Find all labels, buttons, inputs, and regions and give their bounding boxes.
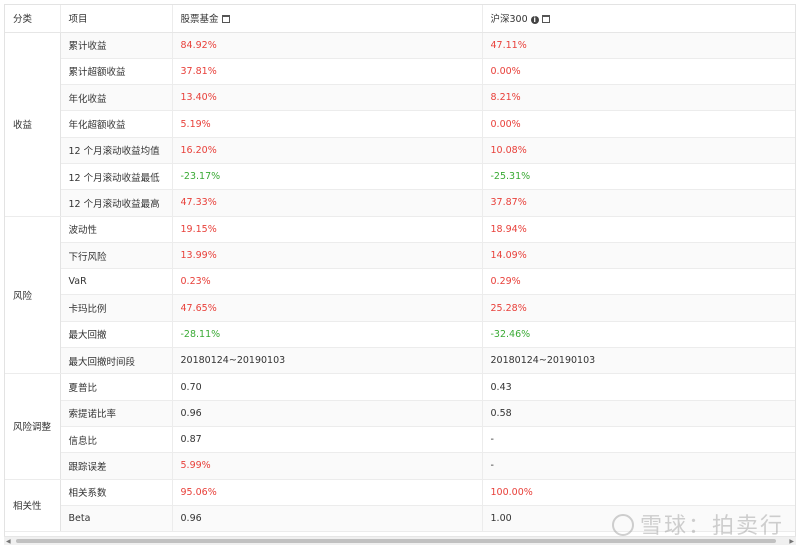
header-fund-label: 股票基金 (180, 14, 219, 26)
item-cell: 12 个月滚动收益均值 (60, 137, 173, 164)
scroll-right-arrow-icon[interactable]: ▶ (789, 538, 794, 545)
snowball-logo-icon (612, 514, 634, 536)
item-cell: 12 个月滚动收益最低 (60, 163, 173, 191)
fund-value-cell: 5.19% (172, 110, 483, 138)
fund-value-cell: 0.96 (172, 400, 483, 427)
table-row: 最大回撤时间段 20180124~20190103 20180124~2019010… (5, 347, 795, 375)
table-row: 12 个月滚动收益最低 -23.17% -25.31% (5, 163, 795, 191)
table-row: VaR 0.23% 0.29% (5, 268, 795, 296)
item-cell: 最大回撤 (60, 321, 173, 349)
item-cell: 波动性 (60, 216, 173, 243)
item-cell: 夏普比 (60, 373, 173, 401)
header-category-label: 分类 (13, 14, 33, 26)
fund-value-cell: 37.81% (172, 58, 483, 86)
item-cell: 12 个月滚动收益最高 (60, 189, 173, 217)
fund-value-cell: 0.87 (172, 426, 483, 454)
watermark: 雪球：拍卖行 (612, 508, 784, 540)
category-cell: 风险 (5, 216, 61, 375)
header-benchmark-label: 沪深300 (490, 14, 528, 26)
fund-value-cell: -28.11% (172, 321, 483, 349)
header-category: 分类 (5, 5, 61, 33)
fund-value-cell: 84.92% (172, 32, 483, 59)
fund-value-cell: 47.65% (172, 294, 483, 322)
info-icon[interactable]: i (530, 16, 539, 25)
watermark-text: 雪球：拍卖行 (640, 514, 785, 539)
item-cell: 信息比 (60, 426, 173, 454)
category-cell: 风险调整 (5, 373, 61, 480)
item-cell: 年化超额收益 (60, 110, 173, 138)
benchmark-value-cell: 0.00% (482, 58, 795, 86)
table-row: 年化收益 13.40% 8.21% (5, 84, 795, 112)
benchmark-value-cell: 0.58 (482, 400, 795, 427)
benchmark-value-cell: 8.21% (482, 84, 795, 112)
calendar-icon[interactable] (541, 15, 550, 24)
benchmark-value-cell: 18.94% (482, 216, 795, 243)
fund-value-cell: 95.06% (172, 479, 483, 506)
item-cell: 跟踪误差 (60, 452, 173, 480)
benchmark-value-cell: 20180124~20190103 (482, 347, 795, 375)
table-row: 下行风险 13.99% 14.09% (5, 242, 795, 270)
table-row: 卡玛比例 47.65% 25.28% (5, 294, 795, 322)
table-row: 跟踪误差 5.99% - (5, 452, 795, 480)
item-cell: 最大回撤时间段 (60, 347, 173, 375)
fund-value-cell: 19.15% (172, 216, 483, 243)
fund-value-cell: 13.40% (172, 84, 483, 112)
item-cell: 相关系数 (60, 479, 173, 506)
category-cell: 相关性 (5, 479, 61, 533)
benchmark-value-cell: 10.08% (482, 137, 795, 164)
fund-value-cell: 0.96 (172, 505, 483, 533)
benchmark-value-cell: -32.46% (482, 321, 795, 349)
fund-value-cell: -23.17% (172, 163, 483, 191)
header-fund: 股票基金 (172, 5, 483, 33)
table-row: 12 个月滚动收益最高 47.33% 37.87% (5, 189, 795, 217)
scroll-left-arrow-icon[interactable]: ◀ (6, 538, 11, 545)
table-row: 信息比 0.87- (5, 426, 795, 454)
item-cell: 年化收益 (60, 84, 173, 112)
benchmark-value-cell: 0.00% (482, 110, 795, 138)
item-cell: 卡玛比例 (60, 294, 173, 322)
header-benchmark: 沪深300 i (482, 5, 795, 33)
benchmark-value-cell: 0.43 (482, 373, 795, 401)
metrics-table-container: 分类 项目 股票基金 沪深300 i 收益 累计收益 84.92% 47.11% 累计超额… (4, 4, 796, 536)
fund-value-cell: 0.23% (172, 268, 483, 296)
item-cell: 累计收益 (60, 32, 173, 59)
header-item-label: 项目 (68, 14, 88, 26)
benchmark-value-cell: 47.11% (482, 32, 795, 59)
metrics-table: 分类 项目 股票基金 沪深300 i 收益 累计收益 84.92% 47.11% 累计超额… (5, 5, 795, 533)
benchmark-value-cell: - (482, 426, 795, 454)
fund-value-cell: 13.99% (172, 242, 483, 270)
benchmark-value-cell: - (482, 452, 795, 480)
table-row: 最大回撤 -28.11% -32.46% (5, 321, 795, 349)
table-row: 风险调整 夏普比 0.70 0.43 (5, 373, 795, 480)
benchmark-value-cell: -25.31% (482, 163, 795, 191)
calendar-icon[interactable] (221, 15, 230, 24)
benchmark-value-cell: 14.09% (482, 242, 795, 270)
table-row: 相关性 相关系数 95.06% 100.00% (5, 479, 795, 533)
fund-value-cell: 16.20% (172, 137, 483, 164)
table-row: 风险 波动性 19.15% 18.94% (5, 216, 795, 375)
fund-value-cell: 0.70 (172, 373, 483, 401)
item-cell: 下行风险 (60, 242, 173, 270)
category-cell: 收益 (5, 32, 61, 217)
table-header-row: 分类 项目 股票基金 沪深300 i (5, 5, 795, 33)
table-row: 年化超额收益 5.19% 0.00% (5, 110, 795, 138)
benchmark-value-cell: 25.28% (482, 294, 795, 322)
benchmark-value-cell: 0.29% (482, 268, 795, 296)
item-cell: Beta (60, 505, 173, 533)
benchmark-value-cell: 100.00% (482, 479, 795, 506)
item-cell: 累计超额收益 (60, 58, 173, 86)
table-row: 累计超额收益 37.81% 0.00% (5, 58, 795, 86)
fund-value-cell: 5.99% (172, 452, 483, 480)
table-row: 12 个月滚动收益均值 16.20% 10.08% (5, 137, 795, 164)
table-row: 收益 累计收益 84.92% 47.11% (5, 32, 795, 217)
item-cell: VaR (60, 268, 173, 296)
fund-value-cell: 20180124~20190103 (172, 347, 483, 375)
benchmark-value-cell: 37.87% (482, 189, 795, 217)
fund-value-cell: 47.33% (172, 189, 483, 217)
header-item: 项目 (60, 5, 173, 33)
item-cell: 索提诺比率 (60, 400, 173, 427)
table-row: 索提诺比率 0.96 0.58 (5, 400, 795, 427)
